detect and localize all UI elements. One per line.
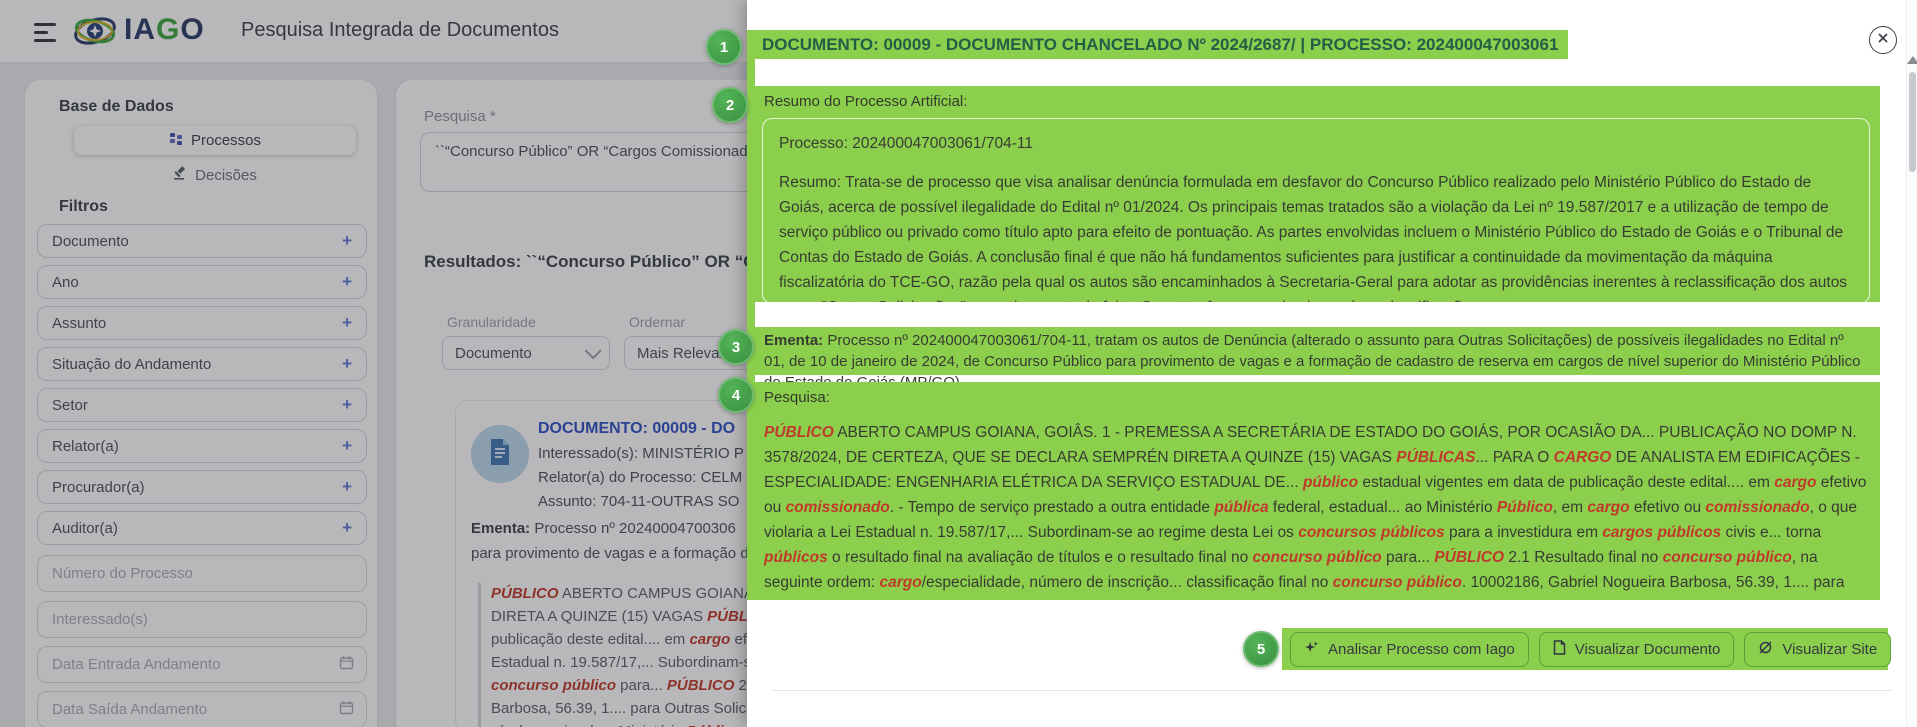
sparkle-icon (1304, 640, 1319, 659)
view-site-label: Visualizar Site (1782, 641, 1877, 658)
scrollbar-thumb[interactable] (1909, 72, 1916, 172)
view-site-button[interactable]: Visualizar Site (1744, 632, 1891, 667)
resumo-text: Resumo: Trata-se de processo que visa an… (779, 170, 1853, 302)
app-window: IAGO Pesquisa Integrada de Documentos Ba… (0, 0, 1917, 727)
step-badge-4: 4 (718, 377, 754, 413)
close-icon (1877, 31, 1889, 49)
link-icon (1758, 640, 1773, 659)
step-badge-2: 2 (712, 87, 748, 123)
analyze-label: Analisar Processo com Iago (1328, 641, 1515, 658)
scroll-up-arrow-icon[interactable] (1907, 56, 1917, 64)
view-document-button[interactable]: Visualizar Documento (1539, 632, 1735, 667)
modal-title: DOCUMENTO: 00009 - DOCUMENTO CHANCELADO … (752, 30, 1568, 59)
step-badge-1: 1 (706, 29, 742, 65)
pesquisa-heading: Pesquisa: (764, 389, 1880, 406)
pesquisa-section: Pesquisa: PÚBLICO ABERTO CAMPUS GOIANA, … (752, 382, 1880, 600)
modal-divider (772, 690, 1892, 691)
resumo-heading: Resumo do Processo Artificial: (764, 93, 1880, 110)
resumo-section: Resumo do Processo Artificial: Processo:… (752, 86, 1880, 302)
ementa-label: Ementa: (764, 332, 823, 349)
scrollbar[interactable] (1906, 0, 1917, 727)
document-detail-modal: DOCUMENTO: 00009 - DOCUMENTO CHANCELADO … (747, 0, 1917, 727)
view-document-label: Visualizar Documento (1575, 641, 1721, 658)
resumo-processo-line: Processo: 202400047003061/704-11 (779, 131, 1853, 156)
document-icon (1553, 640, 1566, 659)
analyze-with-iago-button[interactable]: Analisar Processo com Iago (1290, 632, 1529, 667)
actions-band: Analisar Processo com Iago Visualizar Do… (1282, 628, 1888, 670)
resumo-box: Processo: 202400047003061/704-11 Resumo:… (762, 118, 1870, 302)
pesquisa-text: PÚBLICO ABERTO CAMPUS GOIANA, GOIÂS. 1 -… (764, 420, 1868, 600)
step-badge-5: 5 (1243, 631, 1279, 667)
step-badge-3: 3 (718, 329, 754, 365)
close-button[interactable] (1869, 26, 1897, 54)
ementa-section: Ementa: Processo nº 202400047003061/704-… (752, 327, 1880, 375)
